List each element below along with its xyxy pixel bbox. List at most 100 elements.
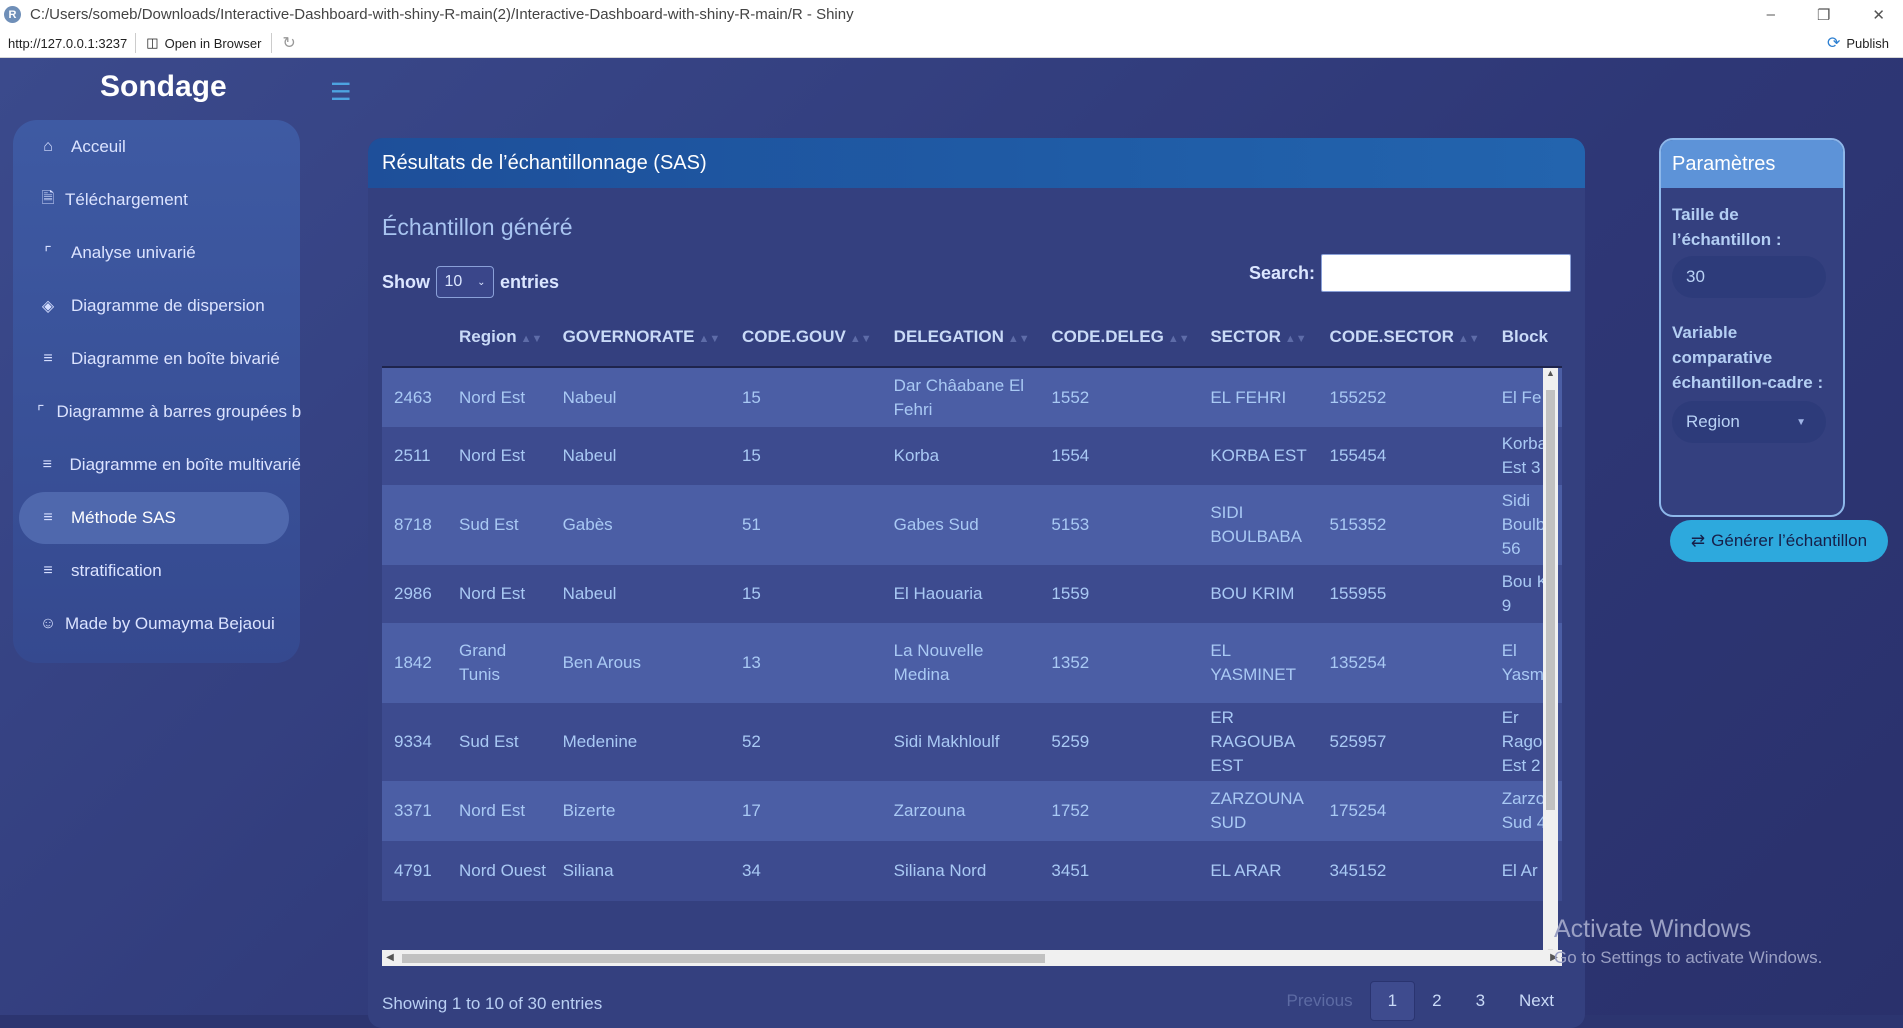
- sidebar-item-label: Acceuil: [71, 137, 126, 156]
- cell: 155252: [1329, 387, 1387, 407]
- column-header-governorate[interactable]: GOVERNORATE ▲▼: [550, 308, 730, 368]
- sidebar-item-made-by[interactable]: ☺ Made by Oumayma Bejaoui: [19, 598, 301, 650]
- sidebar-item-stratification[interactable]: ≡ stratification: [19, 545, 301, 597]
- column-header-sector[interactable]: SECTOR ▲▼: [1198, 308, 1318, 368]
- pager-next[interactable]: Next: [1502, 982, 1571, 1020]
- r-app-icon: R: [4, 6, 21, 23]
- results-box: Résultats de l’échantillonnage (SAS) Éch…: [368, 138, 1585, 1028]
- open-in-browser-button[interactable]: ◫ Open in Browser: [136, 33, 273, 53]
- activate-windows-watermark: Activate Windows Go to Settings to activ…: [1554, 915, 1822, 968]
- shuffle-icon: ⇄: [1690, 531, 1706, 550]
- sidebar-item-acceuil[interactable]: ⌂ Acceuil: [19, 121, 301, 173]
- cell: Nabeul: [562, 584, 617, 603]
- pager-previous[interactable]: Previous: [1269, 982, 1369, 1020]
- cell: 175254: [1329, 801, 1387, 820]
- cell: 4791: [394, 861, 432, 880]
- cell: 52: [741, 732, 761, 751]
- page-length-control: Show 10 ⌄ entries: [382, 266, 559, 298]
- cell: 34: [741, 861, 761, 880]
- publish-label: Publish: [1846, 35, 1889, 51]
- refresh-icon[interactable]: ↻: [272, 33, 305, 53]
- cell: Zarzouna: [893, 801, 966, 820]
- user-circle-icon: ☺: [39, 615, 57, 632]
- window-title: C:/Users/someb/Downloads/Interactive-Das…: [30, 6, 854, 23]
- search-input[interactable]: [1321, 254, 1571, 292]
- comparison-variable-select[interactable]: Region ▼: [1672, 401, 1826, 443]
- page-length-select[interactable]: 10 ⌄: [436, 266, 494, 298]
- sidebar-item-methode-sas[interactable]: ≡ Méthode SAS: [19, 492, 289, 544]
- column-header-delegation[interactable]: DELEGATION ▲▼: [881, 308, 1040, 368]
- sidebar-item-barres-groupees[interactable]: ⌜ Diagramme à barres groupées bi: [19, 386, 301, 438]
- sort-icon: ▲▼: [849, 333, 872, 345]
- sort-icon: ▲▼: [1457, 333, 1480, 345]
- sidebar-item-boite-bivarie[interactable]: ≡ Diagramme en boîte bivarié: [19, 333, 301, 385]
- scatter-icon: ◈: [41, 298, 55, 315]
- cell: 1559: [1051, 584, 1090, 603]
- cell: 5259: [1051, 732, 1090, 751]
- publish-button[interactable]: ⟳ Publish: [1827, 33, 1889, 53]
- chart-line-icon: ⌜: [44, 245, 52, 262]
- scroll-thumb[interactable]: [402, 954, 1045, 963]
- sidebar-item-boite-multivarie[interactable]: ≡ Diagramme en boîte multivarié: [19, 439, 301, 491]
- column-header-index[interactable]: [382, 308, 448, 368]
- column-header-code-deleg[interactable]: CODE.DELEG ▲▼: [1039, 308, 1199, 368]
- restore-icon[interactable]: ❐: [1817, 6, 1830, 24]
- cell: 8718: [394, 515, 432, 534]
- sidebar-item-label: Diagramme en boîte bivarié: [71, 349, 280, 368]
- sample-size-label: Taille de l’échantillon :: [1672, 205, 1782, 249]
- column-header-code-sector[interactable]: CODE.SECTOR ▲▼: [1317, 308, 1490, 368]
- table-scroll-area[interactable]: Region ▲▼ GOVERNORATE ▲▼ CODE.GOUV ▲▼ DELEG…: [382, 308, 1572, 963]
- sample-size-input[interactable]: 30: [1672, 256, 1826, 298]
- cell: 2986: [394, 584, 432, 603]
- results-title: Résultats de l’échantillonnage (SAS): [368, 138, 1585, 188]
- column-header-region[interactable]: Region ▲▼: [447, 308, 551, 368]
- viewer-toolbar: http://127.0.0.1:3237 ◫ Open in Browser …: [0, 29, 1903, 58]
- cell: Gabes Sud: [893, 515, 979, 534]
- cell: Sidi Makhloulf: [893, 732, 1000, 751]
- horizontal-scrollbar[interactable]: ◀ ▶: [382, 950, 1562, 966]
- cell: Siliana Nord: [893, 861, 987, 880]
- cell: 155955: [1329, 584, 1387, 603]
- home-icon: ⌂: [43, 138, 53, 155]
- minimize-icon[interactable]: –: [1767, 6, 1775, 23]
- generate-sample-button[interactable]: ⇄ Générer l’échantillon: [1670, 520, 1888, 562]
- cell: Nabeul: [562, 387, 617, 407]
- sidebar-item-analyse-univarie[interactable]: ⌜ Analyse univarié: [19, 227, 301, 279]
- vertical-scrollbar[interactable]: ▲ ▼: [1543, 368, 1558, 963]
- search-label: Search:: [1248, 262, 1315, 283]
- close-icon[interactable]: ✕: [1872, 6, 1885, 24]
- table-info: Showing 1 to 10 of 30 entries: [382, 994, 603, 1013]
- table-row: 1842 Grand Tunis Ben Arous 13 La Nouvell…: [382, 623, 1562, 703]
- column-header-block[interactable]: Block: [1489, 308, 1562, 368]
- cell: El Haouaria: [893, 584, 983, 603]
- table-row: 2463 Nord Est Nabeul 15 Dar Châabane El …: [382, 367, 1562, 427]
- cell: Korba: [893, 446, 940, 465]
- cell: 17: [741, 801, 761, 820]
- column-header-code-gouv[interactable]: CODE.GOUV ▲▼: [729, 308, 882, 368]
- cell: 15: [741, 446, 761, 465]
- cell: 2511: [394, 446, 431, 465]
- chevron-down-icon: ⌄: [477, 276, 486, 288]
- cell: 155454: [1329, 446, 1387, 465]
- scroll-left-icon[interactable]: ◀: [382, 950, 398, 966]
- sidebar-item-label: Made by Oumayma Bejaoui: [65, 614, 275, 633]
- sidebar-item-label: Diagramme de dispersion: [71, 296, 265, 315]
- sidebar-toggle-icon[interactable]: ☰: [330, 78, 352, 107]
- cell: SIDI BOULBABA: [1210, 503, 1302, 546]
- scroll-up-icon[interactable]: ▲: [1543, 368, 1558, 384]
- sort-icon: ▲▼: [698, 333, 721, 345]
- sidebar-item-label: Diagramme en boîte multivarié: [69, 455, 301, 474]
- scroll-thumb[interactable]: [1546, 390, 1555, 810]
- pager-page-1[interactable]: 1: [1369, 981, 1416, 1021]
- cell: Siliana: [562, 861, 614, 880]
- sliders-icon: ≡: [43, 509, 53, 526]
- cell: Sud Est: [459, 732, 519, 751]
- cell: 525957: [1329, 732, 1387, 751]
- pager-page-3[interactable]: 3: [1459, 982, 1502, 1020]
- sidebar-item-telechargement[interactable]: 🗎 Téléchargement: [19, 174, 301, 226]
- pager-page-2[interactable]: 2: [1415, 982, 1458, 1020]
- sidebar-item-label: Analyse univarié: [71, 243, 196, 262]
- cell: 1842: [394, 653, 432, 672]
- sidebar-item-dispersion[interactable]: ◈ Diagramme de dispersion: [19, 280, 301, 332]
- cell: 15: [741, 387, 761, 407]
